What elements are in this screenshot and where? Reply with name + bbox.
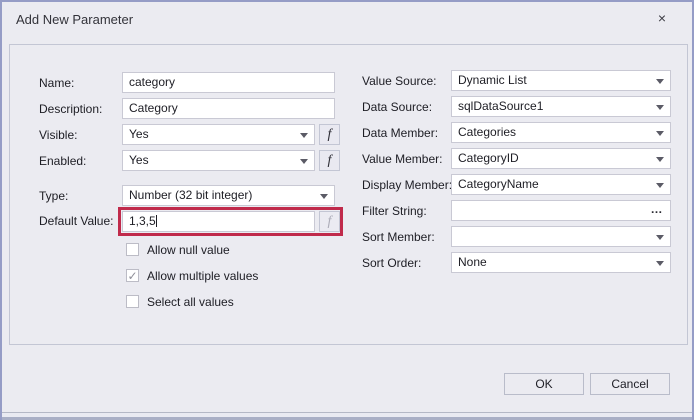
chevron-down-icon xyxy=(300,159,308,164)
enabled-dropdown[interactable]: Yes xyxy=(122,150,315,171)
enabled-expression-button[interactable]: f xyxy=(319,150,340,171)
allow-multiple-values-label: Allow multiple values xyxy=(147,269,258,283)
chevron-down-icon xyxy=(656,105,664,110)
ok-button[interactable]: OK xyxy=(504,373,584,395)
chevron-down-icon xyxy=(656,131,664,136)
data-member-label: Data Member: xyxy=(362,126,438,140)
description-label: Description: xyxy=(39,102,102,116)
visible-dropdown[interactable]: Yes xyxy=(122,124,315,145)
sort-member-dropdown[interactable] xyxy=(451,226,671,247)
function-icon: f xyxy=(328,153,332,168)
chevron-down-icon xyxy=(656,157,664,162)
function-icon: f xyxy=(328,214,332,229)
allow-multiple-values-checkbox[interactable]: ✓ xyxy=(126,269,139,282)
dialog-title: Add New Parameter xyxy=(16,12,133,27)
default-value-label: Default Value: xyxy=(39,214,114,228)
visible-label: Visible: xyxy=(39,128,77,142)
checkmark-icon: ✓ xyxy=(127,270,138,282)
filter-string-input[interactable]: … xyxy=(451,200,671,221)
value-source-dropdown[interactable]: Dynamic List xyxy=(451,70,671,91)
value-source-label: Value Source: xyxy=(362,74,437,88)
allow-null-value-checkbox[interactable] xyxy=(126,243,139,256)
data-member-dropdown[interactable]: Categories xyxy=(451,122,671,143)
name-label: Name: xyxy=(39,76,74,90)
sort-member-label: Sort Member: xyxy=(362,230,435,244)
select-all-values-checkbox[interactable] xyxy=(126,295,139,308)
chevron-down-icon xyxy=(656,79,664,84)
allow-null-value-label: Allow null value xyxy=(147,243,230,257)
type-dropdown[interactable]: Number (32 bit integer) xyxy=(122,185,335,206)
close-icon[interactable]: × xyxy=(650,6,674,30)
description-input[interactable]: Category xyxy=(122,98,335,119)
cancel-button[interactable]: Cancel xyxy=(590,373,670,395)
data-source-label: Data Source: xyxy=(362,100,432,114)
name-input[interactable]: category xyxy=(122,72,335,93)
sort-order-dropdown[interactable]: None xyxy=(451,252,671,273)
chevron-down-icon xyxy=(320,194,328,199)
value-member-dropdown[interactable]: CategoryID xyxy=(451,148,671,169)
chevron-down-icon xyxy=(656,235,664,240)
chevron-down-icon xyxy=(656,261,664,266)
default-value-expression-button[interactable]: f xyxy=(319,211,340,232)
display-member-label: Display Member: xyxy=(362,178,452,192)
ellipsis-button[interactable]: … xyxy=(648,201,666,220)
function-icon: f xyxy=(328,127,332,142)
text-caret xyxy=(156,215,157,227)
add-new-parameter-dialog: Add New Parameter × Name: category Descr… xyxy=(0,0,694,420)
visible-expression-button[interactable]: f xyxy=(319,124,340,145)
select-all-values-label: Select all values xyxy=(147,295,234,309)
chevron-down-icon xyxy=(656,183,664,188)
chevron-down-icon xyxy=(300,133,308,138)
value-member-label: Value Member: xyxy=(362,152,442,166)
default-value-highlight: 1,3,5 f xyxy=(118,207,343,236)
type-label: Type: xyxy=(39,189,68,203)
filter-string-label: Filter String: xyxy=(362,204,427,218)
display-member-dropdown[interactable]: CategoryName xyxy=(451,174,671,195)
default-value-input[interactable]: 1,3,5 xyxy=(122,211,315,232)
data-source-dropdown[interactable]: sqlDataSource1 xyxy=(451,96,671,117)
sort-order-label: Sort Order: xyxy=(362,256,421,270)
enabled-label: Enabled: xyxy=(39,154,86,168)
